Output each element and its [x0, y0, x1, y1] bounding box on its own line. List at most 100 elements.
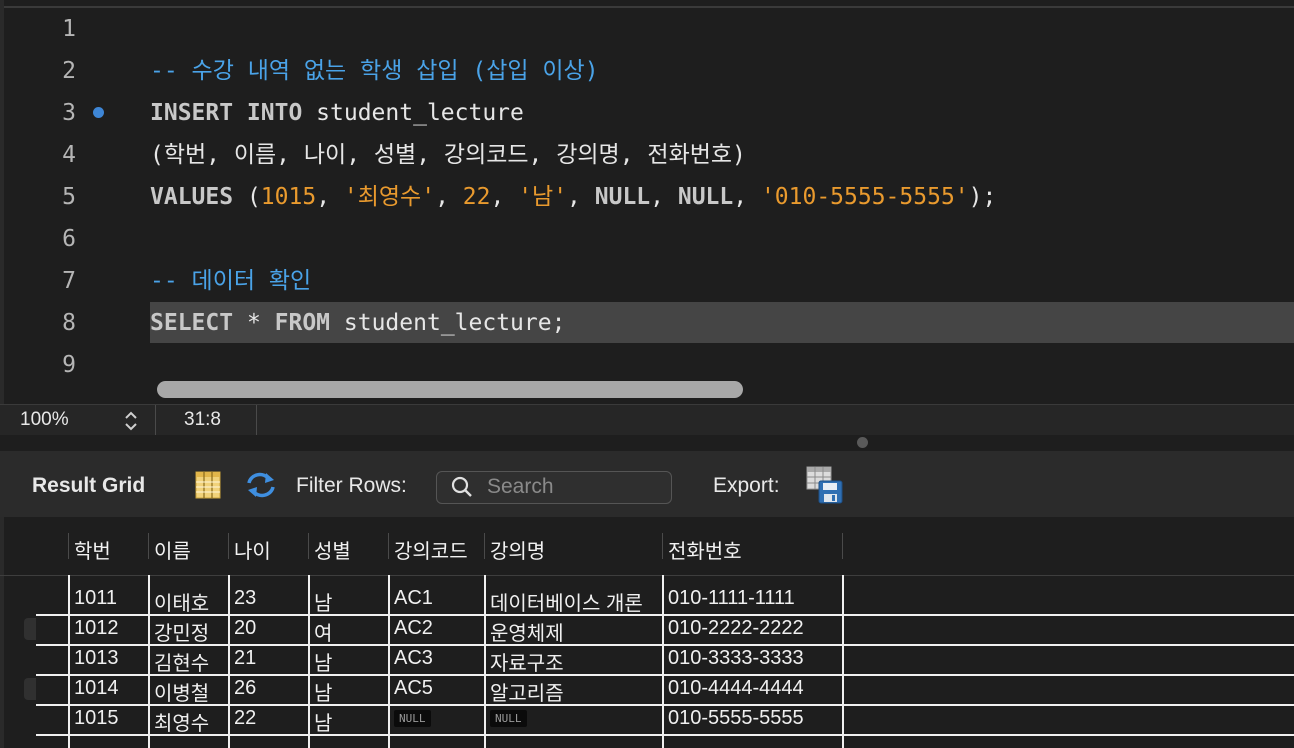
column-header-separator[interactable]	[308, 533, 309, 559]
table-cell[interactable]: 최영수	[154, 707, 209, 736]
table-cell[interactable]: 010-5555-5555	[668, 707, 804, 730]
table-cell[interactable]: 운영체제	[490, 617, 564, 646]
column-header[interactable]: 전화번호	[668, 535, 742, 564]
code-token: 22	[462, 184, 491, 210]
column-header[interactable]: 강의코드	[394, 535, 468, 564]
code-token: *	[246, 310, 275, 336]
column-header[interactable]: 강의명	[490, 535, 545, 564]
column-header-separator[interactable]	[228, 533, 229, 559]
code-line[interactable]: 6	[0, 218, 1294, 260]
table-cell[interactable]: 강민정	[154, 617, 209, 646]
code-line[interactable]: 2 -- 수강 내역 없는 학생 삽입 (삽입 이상)	[0, 50, 1294, 92]
table-cell[interactable]: AC3	[394, 647, 433, 670]
export-icon[interactable]	[805, 465, 845, 505]
code-line[interactable]: 1	[0, 8, 1294, 50]
code-line[interactable]: 3 INSERT INTO student_lecture	[0, 92, 1294, 134]
panel-splitter[interactable]	[0, 435, 1294, 451]
code-text: -- 데이터 확인	[150, 260, 311, 302]
table-cell[interactable]: 알고리즘	[490, 677, 564, 706]
column-header[interactable]: 이름	[154, 535, 191, 564]
table-row[interactable]: 1012 강민정 20 여 AC2 운영체제 010-2222-2222	[36, 614, 1294, 646]
table-cell[interactable]: 1013	[74, 647, 119, 670]
table-cell[interactable]: 1015	[74, 707, 119, 730]
table-cell[interactable]: 데이터베이스 개론	[490, 587, 643, 616]
column-header-separator[interactable]	[662, 533, 663, 559]
table-cell[interactable]: 010-2222-2222	[668, 617, 804, 640]
column-header-separator[interactable]	[842, 533, 843, 559]
table-cell[interactable]: 1014	[74, 677, 119, 700]
table-cell[interactable]: 010-1111-1111	[668, 587, 795, 610]
table-cell[interactable]: 남	[314, 587, 332, 616]
line-number: 7	[62, 268, 76, 294]
code-line[interactable]: 4 (학번, 이름, 나이, 성별, 강의코드, 강의명, 전화번호)	[0, 134, 1294, 176]
column-header-separator[interactable]	[388, 533, 389, 559]
table-cell[interactable]: 23	[234, 587, 256, 610]
table-cell[interactable]: 김현수	[154, 647, 209, 676]
statement-marker-icon[interactable]	[93, 107, 104, 118]
code-line[interactable]: 7 -- 데이터 확인	[0, 260, 1294, 302]
code-token: '남'	[518, 184, 568, 210]
filter-search-input[interactable]	[487, 474, 663, 500]
table-cell[interactable]: NULL	[490, 707, 527, 730]
table-cell[interactable]: 이태호	[154, 587, 209, 616]
filter-search-box[interactable]	[436, 471, 672, 504]
code-token: ,	[733, 184, 761, 210]
table-cell[interactable]: 자료구조	[490, 647, 564, 676]
horizontal-scrollbar-thumb[interactable]	[157, 381, 743, 398]
table-cell[interactable]: 010-3333-3333	[668, 647, 804, 670]
row-marker[interactable]	[24, 678, 36, 700]
table-cell[interactable]: 21	[234, 647, 256, 670]
table-cell[interactable]: 20	[234, 617, 256, 640]
column-header[interactable]: 학번	[74, 535, 111, 564]
column-header-separator[interactable]	[484, 533, 485, 559]
column-header[interactable]: 나이	[234, 535, 271, 564]
code-line[interactable]: 8 SELECT * FROM student_lecture;	[0, 302, 1294, 344]
grid-view-icon[interactable]	[195, 471, 221, 499]
column-header-separator[interactable]	[68, 533, 69, 559]
table-cell[interactable]: 22	[234, 707, 256, 730]
table-row[interactable]: 1011 이태호 23 남 AC1 데이터베이스 개론 010-1111-1111	[36, 584, 1294, 616]
table-row[interactable]: 1014 이병철 26 남 AC5 알고리즘 010-4444-4444	[36, 674, 1294, 706]
code-text: VALUES (1015, '최영수', 22, '남', NULL, NULL…	[150, 176, 996, 218]
code-token: (학번, 이름, 나이, 성별, 강의코드, 강의명, 전화번호)	[150, 142, 746, 168]
zoom-stepper-icon[interactable]	[121, 408, 141, 434]
code-token: ,	[316, 184, 344, 210]
code-token: NULL	[677, 184, 734, 210]
code-token: ,	[567, 184, 595, 210]
code-line[interactable]: 5 VALUES (1015, '최영수', 22, '남', NULL, NUL…	[0, 176, 1294, 218]
line-number: 6	[62, 226, 76, 252]
table-cell[interactable]: 1012	[74, 617, 119, 640]
result-grid-tab[interactable]: Result Grid	[32, 474, 145, 498]
column-header-separator[interactable]	[148, 533, 149, 559]
table-cell[interactable]: AC1	[394, 587, 433, 610]
table-row[interactable]: 1013 김현수 21 남 AC3 자료구조 010-3333-3333	[36, 644, 1294, 676]
table-cell[interactable]: 26	[234, 677, 256, 700]
table-cell[interactable]: AC5	[394, 677, 433, 700]
table-cell[interactable]: AC2	[394, 617, 433, 640]
code-text: -- 수강 내역 없는 학생 삽입 (삽입 이상)	[150, 50, 599, 92]
table-cell[interactable]: 남	[314, 677, 332, 706]
result-grid[interactable]: 학번 이름 나이 성별 강의코드 강의명 전화번호 1011 이태호 23 남 AC1 데이터베이스 …	[0, 517, 1294, 748]
table-cell[interactable]: 1011	[74, 587, 117, 610]
table-cell[interactable]: 남	[314, 707, 332, 736]
status-separator	[256, 405, 257, 435]
table-row[interactable]: 1015 최영수 22 남 NULL NULL 010-5555-5555	[36, 704, 1294, 736]
code-text: SELECT * FROM student_lecture;	[150, 302, 565, 344]
table-cell[interactable]: 여	[314, 617, 332, 646]
table-cell[interactable]: 남	[314, 647, 332, 676]
splitter-handle-icon[interactable]	[857, 437, 868, 448]
refresh-icon[interactable]	[245, 471, 277, 499]
cursor-position: 31:8	[184, 409, 221, 430]
sql-editor[interactable]: 1 2 -- 수강 내역 없는 학생 삽입 (삽입 이상) 3 INSERT INTO …	[0, 0, 1294, 404]
filter-rows-label: Filter Rows:	[296, 474, 407, 497]
code-token: '010-5555-5555'	[760, 184, 969, 210]
table-cell[interactable]: NULL	[394, 707, 431, 730]
column-gridline	[662, 575, 664, 748]
column-gridline	[68, 575, 70, 748]
column-header[interactable]: 성별	[314, 535, 351, 564]
zoom-level[interactable]: 100%	[20, 409, 69, 431]
table-cell[interactable]: 010-4444-4444	[668, 677, 804, 700]
line-number: 5	[62, 184, 76, 210]
row-marker[interactable]	[24, 618, 36, 640]
table-cell[interactable]: 이병철	[154, 677, 209, 706]
